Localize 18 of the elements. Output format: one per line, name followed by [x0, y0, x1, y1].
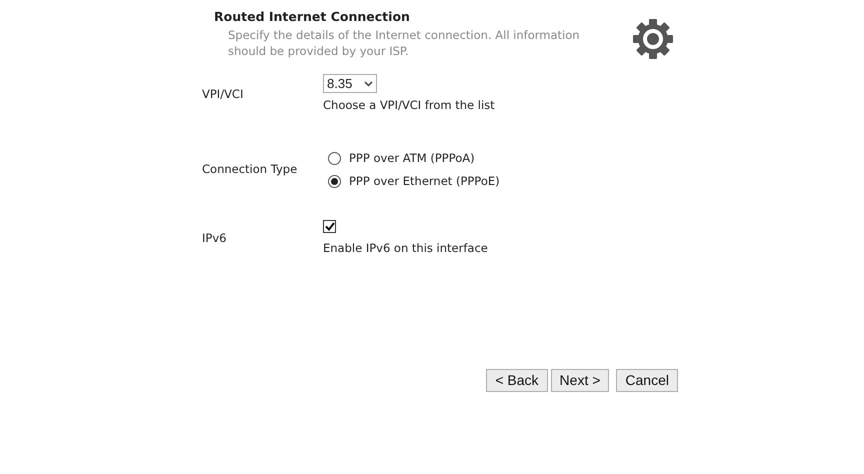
field-label: VPI/VCI: [202, 86, 244, 102]
vpi-vci-select[interactable]: 8.35: [323, 74, 377, 93]
gear-icon: [632, 18, 674, 60]
radio-label: PPP over ATM (PPPoA): [349, 150, 475, 168]
chevron-down-icon: [364, 80, 373, 86]
radio-button[interactable]: [328, 174, 341, 188]
cancel-button[interactable]: Cancel: [616, 369, 678, 392]
radio-button[interactable]: [328, 152, 341, 166]
page-description: Specify the details of the Internet connection. All information should be provided by your ISP.: [227, 26, 581, 59]
field-label: IPv6: [202, 230, 228, 247]
checkbox[interactable]: [323, 220, 336, 233]
radio-label: PPP over Ethernet (PPPoE): [349, 172, 500, 190]
next-button[interactable]: Next >: [550, 369, 610, 392]
field-label: Connection Type: [202, 161, 298, 178]
field-hint: Choose a VPI/VCI from the list: [323, 97, 495, 114]
field-hint: Enable IPv6 on this interface: [323, 240, 488, 257]
back-button[interactable]: < Back: [486, 369, 548, 392]
page-title: Routed Internet Connection: [214, 8, 411, 26]
